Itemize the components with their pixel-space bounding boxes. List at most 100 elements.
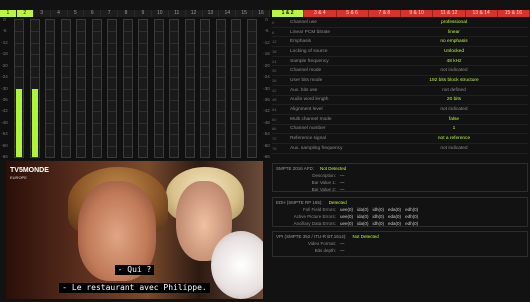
error-counter: edh(0) xyxy=(405,207,419,212)
scale-label: -36 xyxy=(1,96,8,102)
panel-key: Full Field Errors: xyxy=(302,207,336,212)
status-value: 20 bits xyxy=(446,97,462,103)
channel-pair-tab-1[interactable]: 1 & 2 xyxy=(272,10,305,17)
channel-tab-15[interactable]: 15 xyxy=(236,10,254,17)
meter-channel-15 xyxy=(231,19,241,158)
status-value: not indicated xyxy=(440,145,468,151)
channel-pair-tabs: 1 & 23 & 45 & 67 & 89 & 10 11 & 12 13 & 14… xyxy=(272,10,530,17)
channel-pair-tab-8[interactable]: 15 & 16 xyxy=(498,10,530,17)
row-number: 54 xyxy=(272,107,277,113)
channel-tab-2[interactable]: 2 xyxy=(16,10,34,17)
panel-key: Bar Value 1: xyxy=(311,180,336,185)
status-key: Alignment level xyxy=(290,107,323,113)
status-value: Unlocked xyxy=(444,48,464,54)
channel-pair-tab-3[interactable]: 5 & 6 xyxy=(337,10,369,17)
meter-channel-5 xyxy=(76,19,86,158)
channel-tab-8[interactable]: 8 xyxy=(118,10,135,17)
error-counter: eda(0) xyxy=(388,221,402,226)
row-number: 42 xyxy=(272,87,277,93)
channel-pair-tab-5[interactable]: 9 & 10 xyxy=(401,10,434,17)
channel-pair-tab-4[interactable]: 7 & 8 xyxy=(369,10,401,17)
scale-label: 0 xyxy=(3,17,6,22)
error-counter: idh(0) xyxy=(372,221,385,226)
scale-label: -42 xyxy=(1,108,8,114)
status-key: Sample frequency xyxy=(290,58,329,64)
panel-row: Active Picture Errors: uee(0) ida(0) idh(0)… xyxy=(276,214,524,219)
channel-pair-tab-6[interactable]: 11 & 12 xyxy=(433,10,466,17)
panel-row: Video Format: --- xyxy=(276,241,524,246)
meter-channel-4 xyxy=(60,19,71,158)
scale-label: -12 xyxy=(1,39,8,45)
status-row: 78 Aux. sampling frequency not indicated xyxy=(272,144,528,154)
scale-label: -54 xyxy=(263,131,270,137)
meter-scale-right: 0 -6 -12 -18 -20 -24 -30 -36 -42 -48 -54 -60 -66 xyxy=(262,17,271,160)
channel-tab-5[interactable]: 5 xyxy=(68,10,85,17)
scale-label: -66 xyxy=(263,154,270,159)
panel-value: --- xyxy=(340,173,345,178)
smpte2016-afd-panel: SMPTE 2016 AFD: Not Detected Description: -… xyxy=(272,163,528,192)
meter-channel-12 xyxy=(184,19,195,158)
channel-tab-9[interactable]: 9 xyxy=(135,10,152,17)
status-row: 6 Linear PCM bitrate linear xyxy=(272,28,528,38)
status-key: Audio word length xyxy=(290,97,329,103)
channel-selector-bar: 1 2 3 4 5 6 7 8 9 10 11 12 13 14 15 16 xyxy=(0,10,270,17)
row-number: 24 xyxy=(272,58,277,64)
row-number: 30 xyxy=(272,68,277,74)
status-key: Channel mode xyxy=(290,68,322,74)
channel-logo: TV5MONDE EUROPE xyxy=(10,167,49,180)
channel-pair-tab-7[interactable]: 13 & 14 xyxy=(466,10,498,17)
meter-channel-7 xyxy=(107,19,117,158)
status-row: 42 Aux. bits use not defined xyxy=(272,86,528,96)
status-value: not indicated xyxy=(440,68,468,74)
status-value: not indicated xyxy=(440,107,468,113)
panel-key: Active Picture Errors: xyxy=(293,214,336,219)
channel-tab-14[interactable]: 14 xyxy=(219,10,237,17)
panel-key: Description: xyxy=(312,173,336,178)
meter-scale-left: 0 -6 -12 -18 -20 -24 -30 -36 -42 -48 -54 -60 -66 xyxy=(0,17,9,160)
scale-label: 0 xyxy=(265,17,268,22)
status-key: Channel number xyxy=(290,126,326,132)
channel-tab-11[interactable]: 11 xyxy=(169,10,186,17)
scale-label: -6 xyxy=(264,28,269,34)
panel-value: --- xyxy=(340,187,345,192)
panel-value: uee(0) ida(0) idh(0) eda(0) edh(0) xyxy=(340,207,422,212)
row-number: 12 xyxy=(272,39,277,45)
channel-tab-10[interactable]: 10 xyxy=(152,10,169,17)
edh-panel: EDH (SMPTE RP 165): Detected Full Field Er… xyxy=(272,197,528,227)
scale-label: -60 xyxy=(1,142,8,148)
channel-tab-4[interactable]: 4 xyxy=(51,10,68,17)
channel-tab-3[interactable]: 3 xyxy=(34,10,51,17)
meter-channel-10 xyxy=(153,19,164,158)
status-value: 1 xyxy=(452,126,456,132)
scale-label: -24 xyxy=(263,74,270,80)
panel-key: Ancillary Data Errors: xyxy=(293,221,336,226)
meter-channel-8 xyxy=(122,19,133,158)
scope-window: 1 2 3 4 5 6 7 8 9 10 11 12 13 14 15 16 1 & 23 & 45 & 67… xyxy=(0,0,530,302)
status-row: 18 Locking of source Unlocked xyxy=(272,47,528,57)
meter-level-1 xyxy=(16,88,22,157)
status-value: not a reference xyxy=(437,136,471,142)
video-preview: TV5MONDE EUROPE - Qui ? - Le restaurant a… xyxy=(6,161,263,299)
channel-tab-13[interactable]: 13 xyxy=(203,10,220,17)
panel-row: Ancillary Data Errors: uee(0) ida(0) idh(0)… xyxy=(276,221,524,226)
channel-tab-12[interactable]: 12 xyxy=(186,10,203,17)
error-counter: eda(0) xyxy=(388,214,402,219)
row-number: 66 xyxy=(272,126,277,132)
status-row: 48 Audio word length 20 bits xyxy=(272,96,528,106)
row-number: 0 xyxy=(272,19,275,25)
status-value: professional xyxy=(441,19,467,25)
status-row: 12 Emphasis no emphasis xyxy=(272,37,528,48)
channel-tab-16[interactable]: 16 xyxy=(253,10,270,17)
scale-label: -48 xyxy=(263,119,270,125)
status-row: 30 Channel mode not indicated xyxy=(272,66,528,77)
channel-tab-6[interactable]: 6 xyxy=(84,10,102,17)
status-row: 0 Channel use professional xyxy=(272,18,528,28)
channel-tab-1[interactable]: 1 xyxy=(0,10,17,17)
status-row: 60 Multi channel mode false xyxy=(272,115,528,125)
panel-row: Description: --- xyxy=(276,173,524,178)
aes-status-table: 0 Channel use professional 6 Linear PCM bitr… xyxy=(272,18,528,154)
status-key: Aux. bits use xyxy=(290,87,318,93)
channel-tab-7[interactable]: 7 xyxy=(101,10,119,17)
channel-pair-tab-2[interactable]: 3 & 4 xyxy=(304,10,337,17)
panel-key: Video Format: xyxy=(307,241,336,246)
